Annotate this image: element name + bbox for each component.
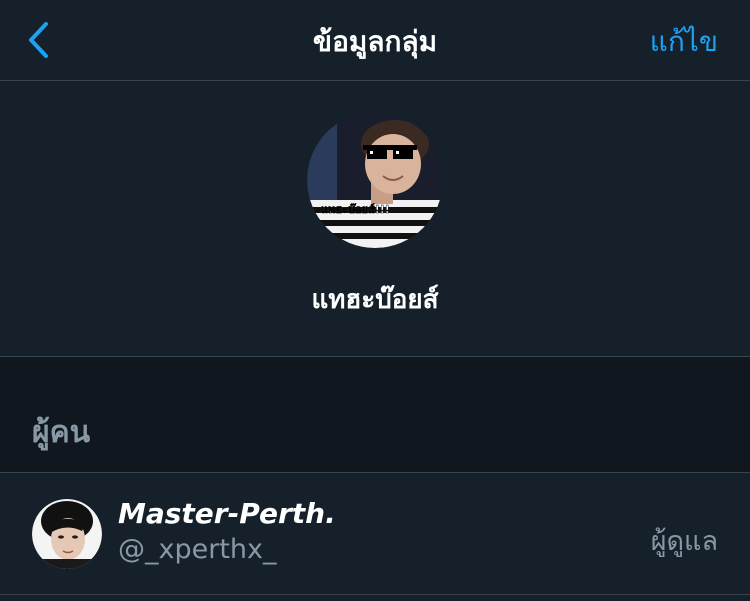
people-section-header: ผู้คน — [0, 357, 750, 473]
section-label: ผู้คน — [32, 415, 91, 450]
member-role-badge: ผู้ดูแล — [650, 526, 718, 557]
member-list-item[interactable]: Master-Perth. @_xperthx_ ผู้ดูแล — [0, 473, 750, 595]
navigation-bar: ข้อมูลกลุ่ม แก้ไข — [0, 0, 750, 81]
edit-button[interactable]: แก้ไข — [650, 20, 718, 64]
member-display-name: Master-Perth. — [118, 497, 336, 530]
avatar[interactable] — [32, 499, 102, 569]
member-handle: @_xperthx_ — [118, 534, 277, 565]
group-name: แทฮะบ๊อยส์ — [311, 285, 439, 315]
group-avatar[interactable]: แทฮะบ๊อยส์!!! — [307, 112, 443, 248]
avatar-caption: แทฮะบ๊อยส์!!! — [321, 203, 390, 216]
group-info-header: แทฮะบ๊อยส์!!! แทฮะบ๊อยส์ — [0, 81, 750, 357]
member-photo-image — [32, 499, 102, 569]
page-title: ข้อมูลกลุ่ม — [312, 25, 438, 58]
group-photo-image: แทฮะบ๊อยส์!!! — [307, 112, 443, 248]
